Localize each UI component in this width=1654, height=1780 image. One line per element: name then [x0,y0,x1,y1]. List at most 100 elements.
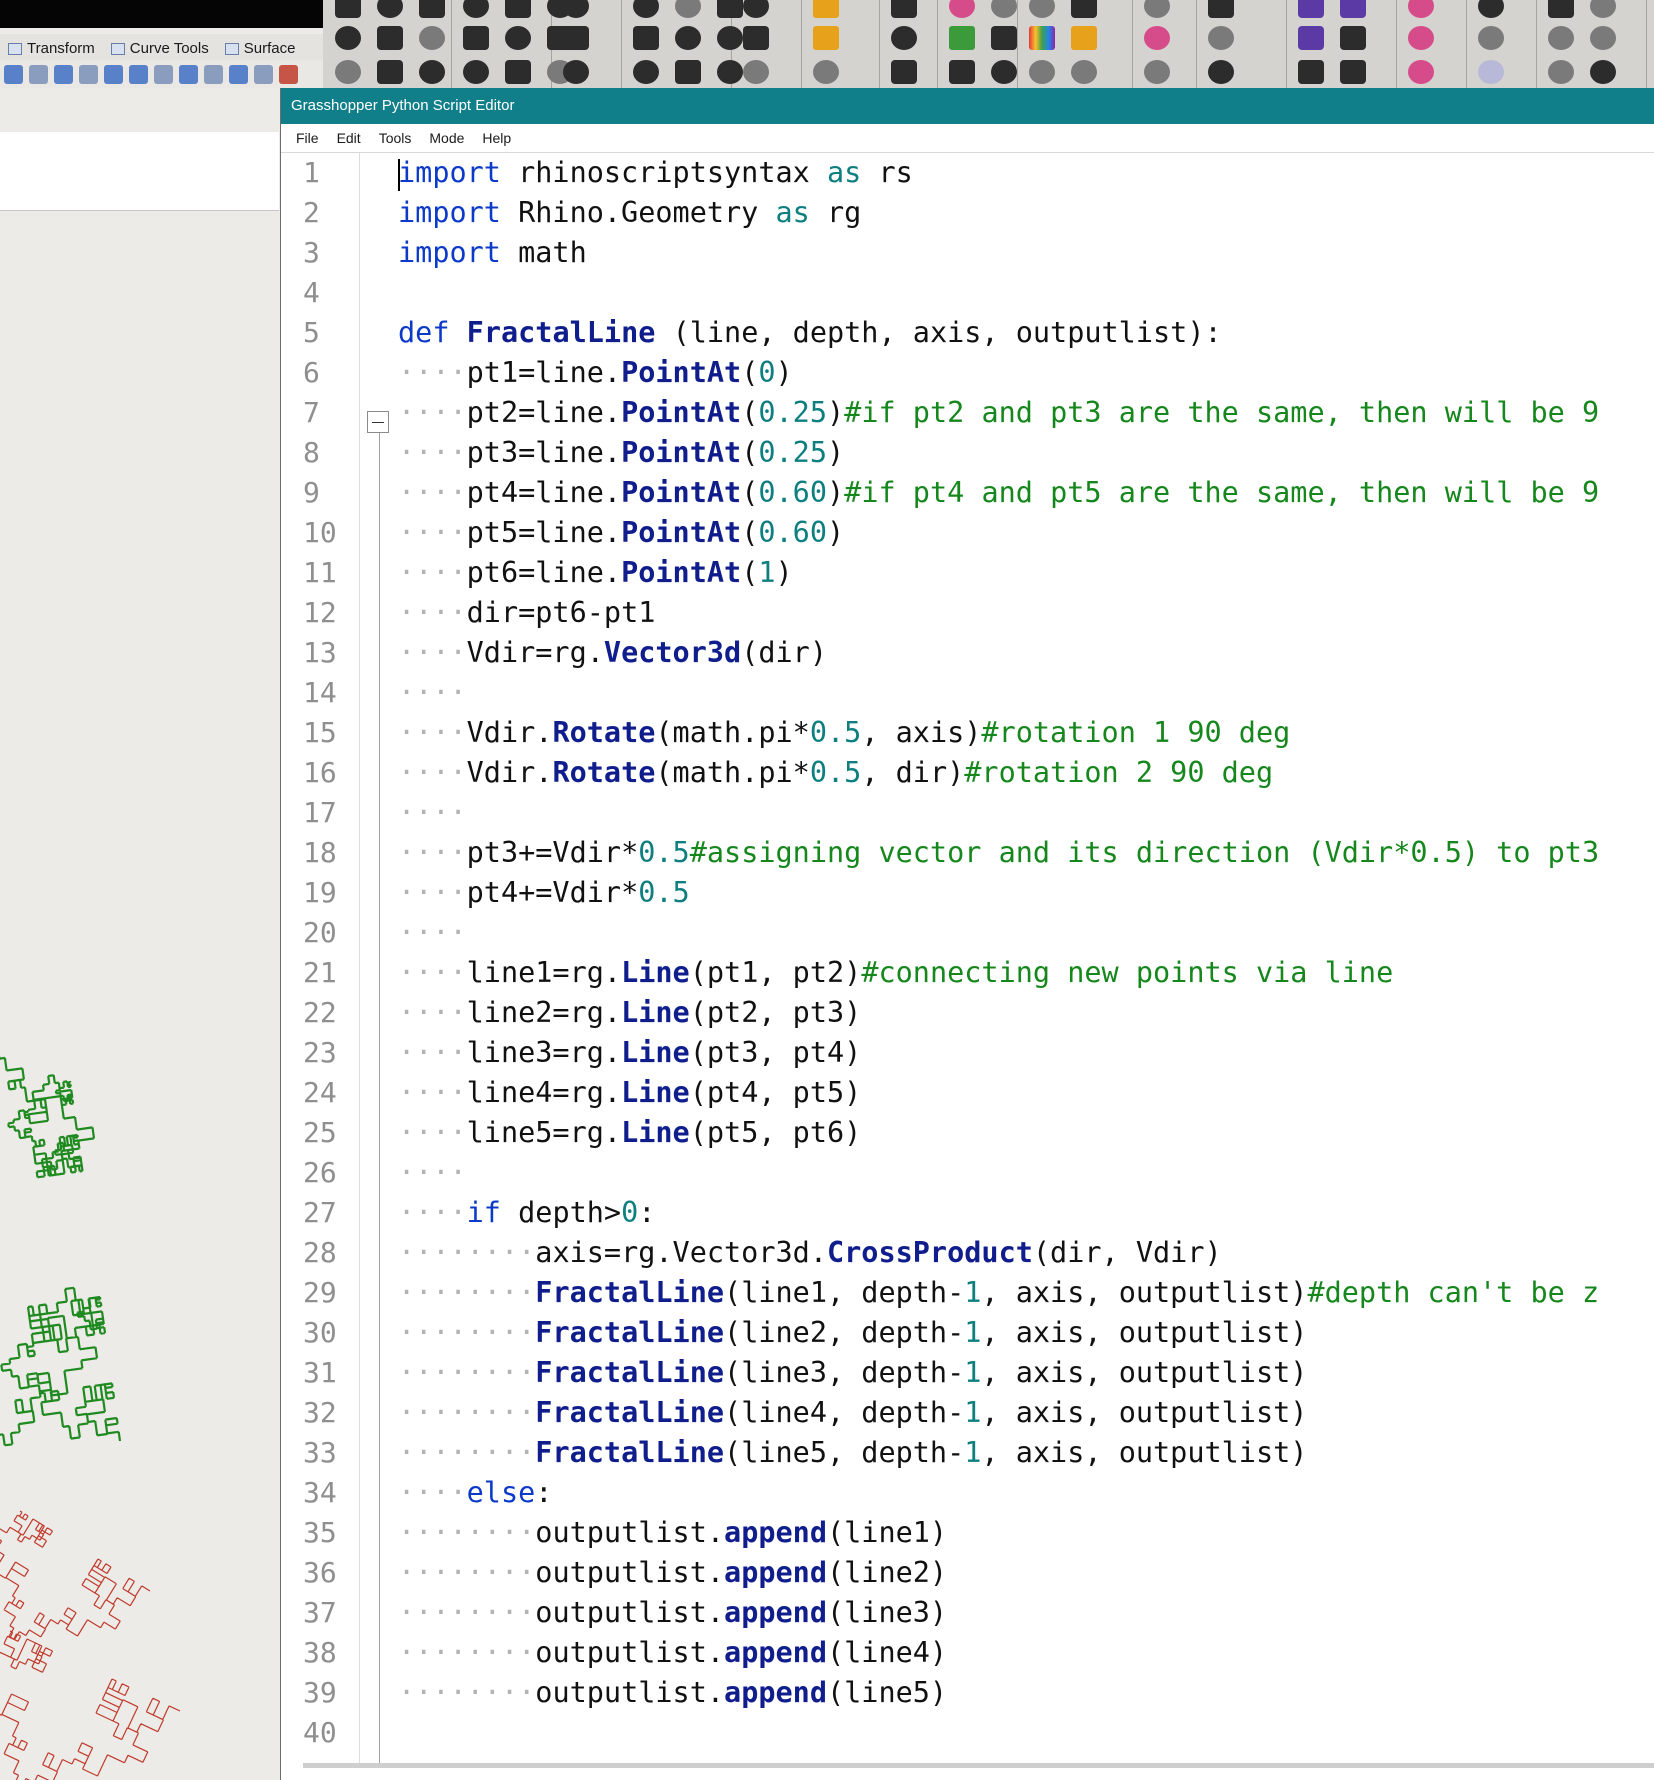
component-icon[interactable] [813,26,839,50]
component-icon[interactable] [335,26,361,50]
component-icon[interactable] [991,0,1017,18]
menu-edit[interactable]: Edit [328,130,370,146]
code-line[interactable]: 27 ····if depth>0: [281,1193,1654,1233]
component-icon[interactable] [1029,60,1055,84]
chart-icon[interactable] [254,64,273,84]
component-icon[interactable] [949,60,975,84]
code-line[interactable]: 36 ········outputlist.append(line2) [281,1553,1654,1593]
code-line[interactable]: 34 ····else: [281,1473,1654,1513]
component-icon[interactable] [743,60,769,84]
code-line[interactable]: 11 ····pt6=line.PointAt(1) [281,553,1654,593]
code-line[interactable]: 21 ····line1=rg.Line(pt1, pt2)#connecting… [281,953,1654,993]
code-line[interactable]: 6 ····pt1=line.PointAt(0) [281,353,1654,393]
component-icon[interactable] [891,26,917,50]
code-line[interactable]: 24 ····line4=rg.Line(pt4, pt5) [281,1073,1654,1113]
component-icon[interactable] [1590,0,1616,18]
menu-file[interactable]: File [287,130,328,146]
component-icon[interactable] [949,0,975,18]
component-icon[interactable] [1071,60,1097,84]
component-icon[interactable] [743,0,769,18]
component-icon[interactable] [675,60,701,84]
code-editor[interactable]: 1 import rhinoscriptsyntax as rs 2 import R… [281,153,1654,1768]
code-line[interactable]: 39 ········outputlist.append(line5) [281,1673,1654,1713]
code-line[interactable]: 14 ···· [281,673,1654,713]
code-line[interactable]: 33 ········FractalLine(line5, depth-1, ax… [281,1433,1654,1473]
component-icon[interactable] [505,60,531,84]
component-icon[interactable] [335,60,361,84]
component-icon[interactable] [505,26,531,50]
code-line[interactable]: 19 ····pt4+=Vdir*0.5 [281,873,1654,913]
code-line[interactable]: 29 ········FractalLine(line1, depth-1, ax… [281,1273,1654,1313]
code-line[interactable]: 8 ····pt3=line.PointAt(0.25) [281,433,1654,473]
component-icon[interactable] [633,26,659,50]
snap-icon[interactable] [4,64,23,84]
grid-icon[interactable] [29,64,48,84]
code-line[interactable]: 4 [281,273,1654,313]
control-points-icon[interactable] [154,64,173,84]
component-icon[interactable] [377,26,403,50]
code-line[interactable]: 3 import math [281,233,1654,273]
code-line[interactable]: 23 ····line3=rg.Line(pt3, pt4) [281,1033,1654,1073]
component-icon[interactable] [1478,60,1504,84]
horizontal-scrollbar[interactable] [303,1763,1654,1768]
editor-title-bar[interactable]: Grasshopper Python Script Editor [281,88,1654,124]
component-icon[interactable] [377,0,403,18]
component-icon[interactable] [1071,26,1097,50]
component-icon[interactable] [419,26,445,50]
component-icon[interactable] [1340,26,1366,50]
component-icon[interactable] [335,0,361,18]
component-icon[interactable] [743,26,769,50]
component-icon[interactable] [1340,0,1366,18]
component-icon[interactable] [813,0,839,18]
menu-mode[interactable]: Mode [420,130,473,146]
code-line[interactable]: 1 import rhinoscriptsyntax as rs [281,153,1654,193]
component-icon[interactable] [1408,0,1434,18]
component-icon[interactable] [563,0,589,18]
code-line[interactable]: 30 ········FractalLine(line2, depth-1, ax… [281,1313,1654,1353]
component-icon[interactable] [1408,60,1434,84]
code-line[interactable]: 18 ····pt3+=Vdir*0.5#assigning vector and… [281,833,1654,873]
code-line[interactable]: 13 ····Vdir=rg.Vector3d(dir) [281,633,1654,673]
component-icon[interactable] [1029,0,1055,18]
component-icon[interactable] [991,60,1017,84]
code-line[interactable]: 32 ········FractalLine(line4, depth-1, ax… [281,1393,1654,1433]
component-icon[interactable] [1548,26,1574,50]
component-icon[interactable] [1478,26,1504,50]
component-icon[interactable] [1590,26,1616,50]
component-icon[interactable] [675,26,701,50]
code-line[interactable]: 22 ····line2=rg.Line(pt2, pt3) [281,993,1654,1033]
component-icon[interactable] [563,26,589,50]
code-line[interactable]: 2 import Rhino.Geometry as rg [281,193,1654,233]
component-icon[interactable] [1208,60,1234,84]
tab-transform[interactable]: Transform [0,40,103,60]
code-line[interactable]: 38 ········outputlist.append(line4) [281,1633,1654,1673]
menu-tools[interactable]: Tools [370,130,421,146]
component-icon[interactable] [633,0,659,18]
component-icon[interactable] [1144,26,1170,50]
component-icon[interactable] [813,60,839,84]
component-icon[interactable] [1144,60,1170,84]
component-icon[interactable] [949,26,975,50]
scatter-icon[interactable] [204,64,223,84]
code-line[interactable]: 37 ········outputlist.append(line3) [281,1593,1654,1633]
code-line[interactable]: 16 ····Vdir.Rotate(math.pi*0.5, dir)#rota… [281,753,1654,793]
component-icon[interactable] [1548,0,1574,18]
code-line[interactable]: 25 ····line5=rg.Line(pt5, pt6) [281,1113,1654,1153]
plane-icon[interactable] [179,64,198,84]
component-icon[interactable] [463,0,489,18]
code-line[interactable]: 9 ····pt4=line.PointAt(0.60)#if pt4 and p… [281,473,1654,513]
component-icon[interactable] [377,60,403,84]
component-icon[interactable] [991,26,1017,50]
component-icon[interactable] [633,60,659,84]
code-line[interactable]: 31 ········FractalLine(line3, depth-1, ax… [281,1353,1654,1393]
component-icon[interactable] [675,0,701,18]
component-icon[interactable] [1548,60,1574,84]
component-icon[interactable] [1144,0,1170,18]
component-icon[interactable] [419,60,445,84]
cylinder-icon[interactable] [129,64,148,84]
code-line[interactable]: 12 ····dir=pt6-pt1 [281,593,1654,633]
code-line[interactable]: 10 ····pt5=line.PointAt(0.60) [281,513,1654,553]
component-icon[interactable] [1298,60,1324,84]
component-icon[interactable] [891,60,917,84]
component-icon[interactable] [463,60,489,84]
